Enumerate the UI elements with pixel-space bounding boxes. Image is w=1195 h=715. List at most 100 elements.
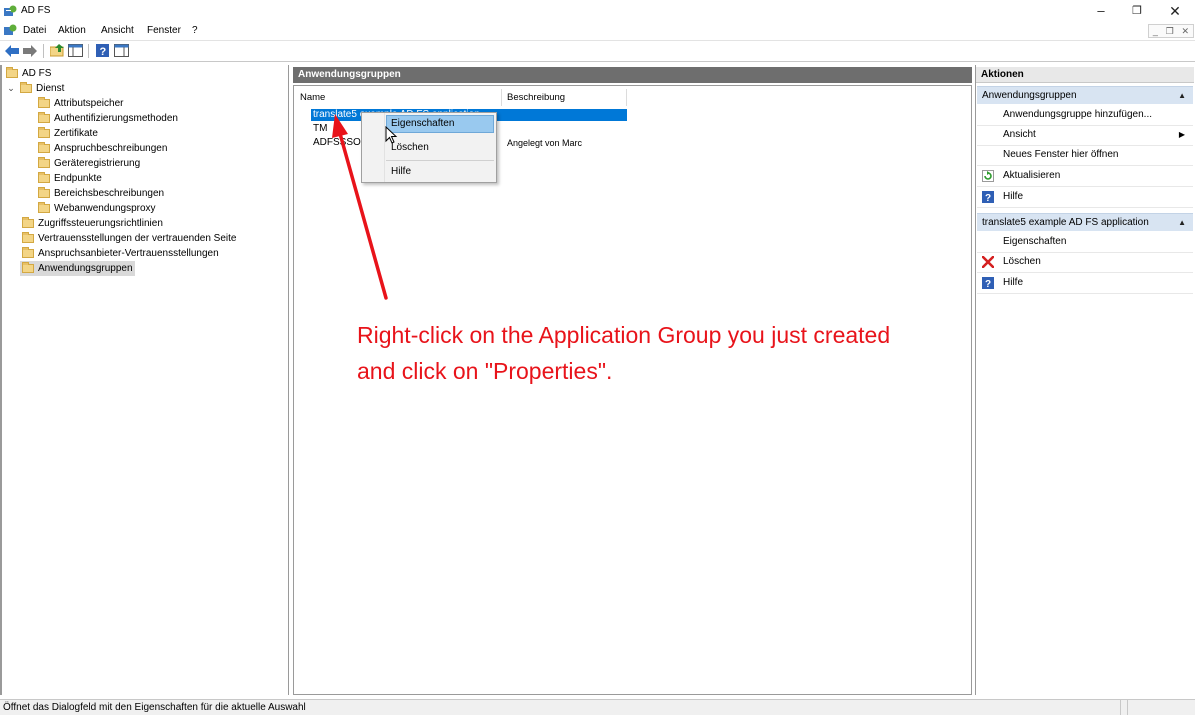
- tree-item-authentifizierungsmethoden[interactable]: Authentifizierungsmethoden: [38, 111, 178, 126]
- refresh-icon: [982, 170, 994, 182]
- toolbar: [0, 40, 1195, 62]
- help-button[interactable]: ?: [94, 43, 110, 58]
- section-title: Anwendungsgruppen: [982, 90, 1077, 101]
- menu-datei[interactable]: Datei: [23, 25, 46, 36]
- tree-item-label: Anwendungsgruppen: [38, 263, 133, 274]
- action-label: Anwendungsgruppe hinzufügen...: [1003, 109, 1153, 120]
- up-one-level-button[interactable]: [49, 43, 65, 58]
- tree-item-adfs-root[interactable]: AD FS: [6, 66, 51, 81]
- action-label: Eigenschaften: [1003, 236, 1067, 247]
- console-tree-icon: [67, 44, 83, 57]
- svg-text:?: ?: [985, 193, 991, 203]
- annotation-arrow-icon: [332, 114, 388, 300]
- folder-icon: [20, 82, 32, 93]
- actions-section-selected-item[interactable]: translate5 example AD FS application ▲: [977, 213, 1193, 231]
- show-hide-action-pane-button[interactable]: [113, 43, 129, 58]
- toolbar-separator: [43, 44, 44, 58]
- tree-item-webanwendungsproxy[interactable]: Webanwendungsproxy: [38, 201, 156, 216]
- menu-ansicht[interactable]: Ansicht: [101, 25, 134, 36]
- action-help[interactable]: ? Hilfe: [977, 187, 1193, 208]
- tree-item-vertrauensstellungen[interactable]: Vertrauensstellungen der vertrauenden Se…: [22, 231, 236, 246]
- menu-aktion[interactable]: Aktion: [58, 25, 86, 36]
- action-add-application-group[interactable]: Anwendungsgruppe hinzufügen...: [977, 105, 1193, 126]
- show-hide-console-tree-button[interactable]: [67, 43, 83, 58]
- tree-item-dienst[interactable]: ⌄ Dienst: [6, 81, 64, 96]
- mmc-doc-icon[interactable]: [4, 24, 17, 36]
- action-help-item[interactable]: ? Hilfe: [977, 273, 1193, 294]
- help-icon: ?: [95, 44, 109, 57]
- back-arrow-icon: [5, 44, 19, 57]
- folder-icon: [38, 112, 50, 123]
- tree-item-attributspeicher[interactable]: Attributspeicher: [38, 96, 123, 111]
- actions-section-anwendungsgruppen[interactable]: Anwendungsgruppen ▲: [977, 86, 1193, 104]
- column-header-name[interactable]: Name: [296, 89, 502, 106]
- annotation-text-line2: and click on "Properties".: [357, 358, 613, 384]
- action-pane-icon: [113, 44, 129, 57]
- tree-item-zugriffssteuerungsrichtlinien[interactable]: Zugriffssteuerungsrichtlinien: [22, 216, 163, 231]
- actions-pane-title: Aktionen: [976, 67, 1194, 83]
- folder-icon: [38, 157, 50, 168]
- svg-text:?: ?: [985, 279, 991, 289]
- action-properties[interactable]: Eigenschaften: [977, 232, 1193, 253]
- tree-item-geraeteregistrierung[interactable]: Geräteregistrierung: [38, 156, 140, 171]
- folder-up-icon: [49, 44, 64, 57]
- status-bar: Öffnet das Dialogfeld mit den Eigenschaf…: [0, 699, 1195, 715]
- table-cell-description[interactable]: Angelegt von Marc: [507, 137, 582, 150]
- menu-fenster[interactable]: Fenster: [147, 25, 181, 36]
- tree-item-label: Attributspeicher: [54, 98, 124, 109]
- status-text: Öffnet das Dialogfeld mit den Eigenschaf…: [3, 702, 306, 713]
- tree-item-label: Endpunkte: [54, 173, 102, 184]
- help-icon: ?: [982, 277, 994, 289]
- minimize-button[interactable]: –: [1083, 0, 1119, 22]
- context-menu-item-properties[interactable]: Eigenschaften: [391, 118, 454, 129]
- folder-icon: [38, 172, 50, 183]
- menu-help[interactable]: ?: [192, 25, 198, 36]
- mdi-restore-icon[interactable]: ❐: [1166, 26, 1174, 37]
- folder-icon: [38, 97, 50, 108]
- tree-item-label: Webanwendungsproxy: [54, 203, 156, 214]
- forward-arrow-icon: [23, 44, 37, 57]
- action-label: Ansicht: [1003, 129, 1036, 140]
- tree-item-endpunkte[interactable]: Endpunkte: [38, 171, 102, 186]
- action-label: Löschen: [1003, 256, 1041, 267]
- action-label: Neues Fenster hier öffnen: [1003, 149, 1119, 160]
- adfs-app-icon: [4, 5, 17, 16]
- chevron-down-icon[interactable]: ⌄: [6, 83, 16, 94]
- section-title: translate5 example AD FS application: [982, 217, 1149, 228]
- help-icon: ?: [982, 191, 994, 203]
- action-label: Hilfe: [1003, 277, 1024, 288]
- collapse-caret-icon[interactable]: ▲: [1178, 214, 1186, 231]
- tree-item-label: Zertifikate: [54, 128, 98, 139]
- status-divider: [1127, 700, 1128, 715]
- tree-item-bereichsbeschreibungen[interactable]: Bereichsbeschreibungen: [38, 186, 164, 201]
- mdi-minimize-icon[interactable]: _: [1153, 26, 1158, 36]
- action-refresh[interactable]: Aktualisieren: [977, 166, 1193, 187]
- annotation-text-line1: Right-click on the Application Group you…: [357, 322, 891, 348]
- tree-item-zertifikate[interactable]: Zertifikate: [38, 126, 98, 141]
- mdi-window-controls[interactable]: _ ❐ ✕: [1148, 24, 1194, 38]
- column-header-description[interactable]: Beschreibung: [503, 89, 627, 106]
- toolbar-separator: [88, 44, 89, 58]
- action-view[interactable]: Ansicht ▶: [977, 125, 1193, 146]
- action-label: Hilfe: [1003, 191, 1024, 202]
- action-delete[interactable]: Löschen: [977, 252, 1193, 273]
- tree-item-anwendungsgruppen[interactable]: Anwendungsgruppen: [20, 261, 135, 276]
- context-menu-separator: [386, 160, 494, 161]
- table-cell-name[interactable]: TM: [313, 122, 327, 135]
- action-label: Aktualisieren: [1003, 170, 1061, 181]
- tree-item-anspruchbeschreibungen[interactable]: Anspruchbeschreibungen: [38, 141, 167, 156]
- back-button[interactable]: [4, 43, 20, 58]
- close-button[interactable]: ✕: [1157, 0, 1193, 22]
- mdi-close-icon[interactable]: ✕: [1182, 26, 1190, 37]
- tree-item-label: Bereichsbeschreibungen: [54, 188, 165, 199]
- tree-item-label: Vertrauensstellungen der vertrauenden Se…: [38, 233, 237, 244]
- tree-item-label: Geräteregistrierung: [54, 158, 141, 169]
- folder-icon: [22, 217, 34, 228]
- collapse-caret-icon[interactable]: ▲: [1178, 87, 1186, 104]
- restore-button[interactable]: ❐: [1119, 0, 1155, 22]
- forward-button[interactable]: [22, 43, 38, 58]
- folder-icon: [38, 127, 50, 138]
- results-pane-header: Anwendungsgruppen: [293, 67, 972, 83]
- action-new-window[interactable]: Neues Fenster hier öffnen: [977, 145, 1193, 166]
- tree-item-anspruchsanbieter[interactable]: Anspruchsanbieter-Vertrauensstellungen: [22, 246, 219, 261]
